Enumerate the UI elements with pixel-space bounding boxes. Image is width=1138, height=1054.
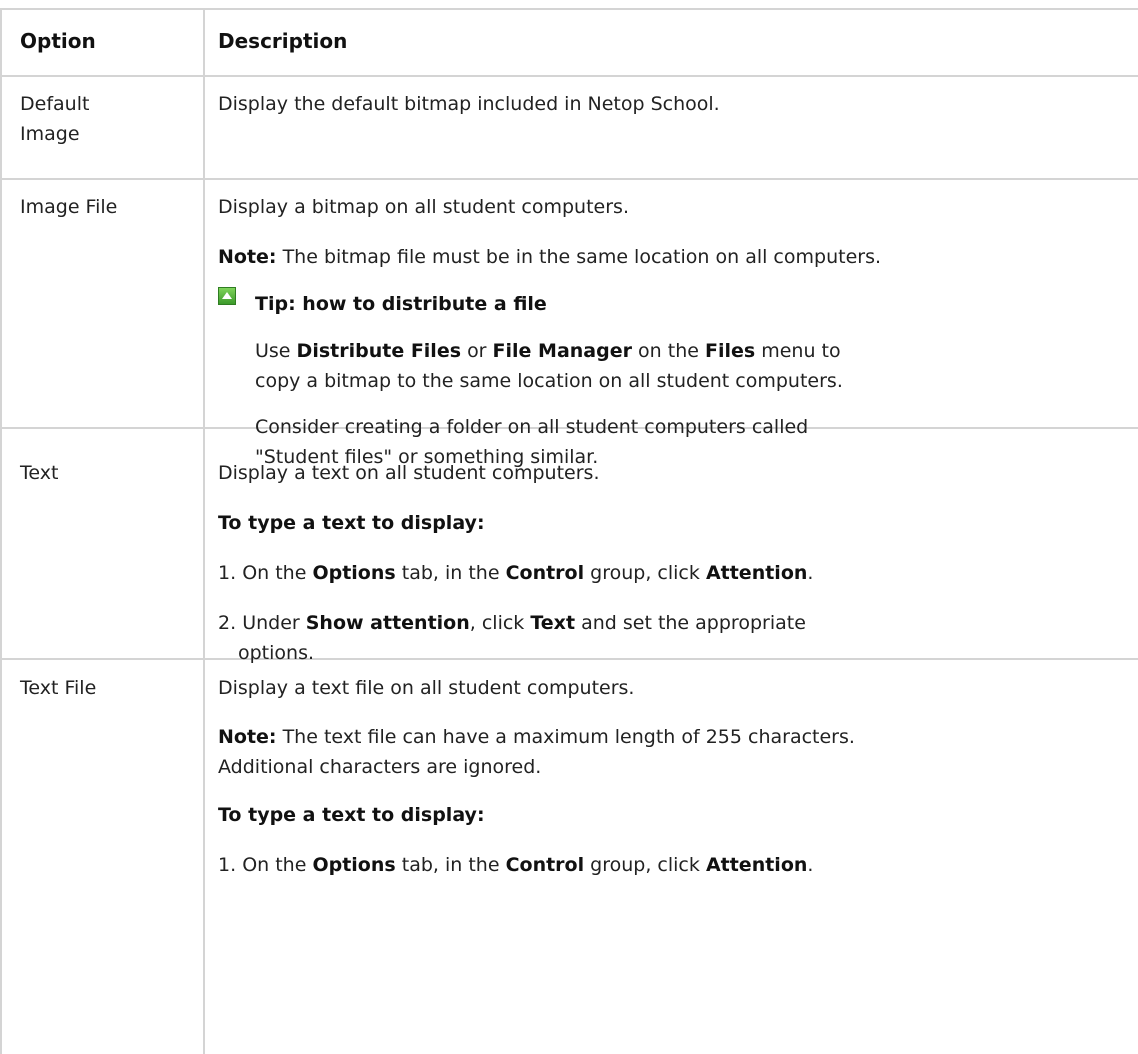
header-option: Option (20, 29, 96, 53)
step-text: On the (242, 854, 307, 876)
note-text: The bitmap file must be in the same loca… (282, 246, 882, 268)
procedure-heading: To type a text to display: (218, 512, 485, 534)
tip-paragraph-line: copy a bitmap to the same location on al… (255, 370, 843, 392)
ui-term-control: Control (505, 854, 585, 876)
tip-text: on the (638, 340, 699, 362)
step-text: group, click (590, 562, 700, 584)
row-divider (0, 658, 1138, 660)
ui-term-files: Files (704, 340, 756, 362)
note-paragraph: Note: The text file can have a maximum l… (218, 722, 855, 752)
ui-term-text: Text (530, 612, 576, 634)
ui-term-options: Options (312, 854, 396, 876)
step-text: . (807, 854, 814, 876)
step-text: tab, in the (401, 562, 500, 584)
column-divider (203, 8, 205, 1054)
procedure-step: 2. Under Show attention, click Text and … (218, 608, 806, 638)
step-text: , click (469, 612, 525, 634)
ui-term-distribute-files: Distribute Files (296, 340, 462, 362)
option-label: Default (20, 93, 90, 115)
ui-term-show-attention: Show attention (305, 612, 470, 634)
description-text: Display the default bitmap included in N… (218, 93, 720, 115)
option-label: Image (20, 123, 80, 145)
ui-term-control: Control (505, 562, 585, 584)
header-description: Description (218, 29, 348, 53)
note-paragraph: Note: The bitmap file must be in the sam… (218, 242, 881, 272)
step-text: Under (242, 612, 300, 634)
step-text: tab, in the (401, 854, 500, 876)
table-top-border (0, 8, 1138, 10)
tip-expand-icon[interactable] (218, 287, 236, 305)
description-text: Display a text file on all student compu… (218, 677, 635, 699)
note-text: The text file can have a maximum length … (282, 726, 855, 748)
option-label: Text File (20, 677, 97, 699)
procedure-step: 1. On the Options tab, in the Control gr… (218, 850, 813, 880)
tip-text: menu to (761, 340, 841, 362)
column-divider-left (0, 8, 2, 1054)
ui-term-attention: Attention (705, 562, 808, 584)
row-divider (0, 178, 1138, 180)
note-label: Note: (218, 726, 277, 748)
step-number: 2. (218, 612, 237, 634)
step-text: group, click (590, 854, 700, 876)
ui-term-file-manager: File Manager (492, 340, 632, 362)
tip-paragraph-line: Use Distribute Files or File Manager on … (255, 336, 841, 366)
step-number: 1. (218, 562, 237, 584)
description-text: Display a text on all student computers. (218, 462, 600, 484)
tip-text: or (467, 340, 487, 362)
description-text: Display a bitmap on all student computer… (218, 196, 629, 218)
ui-term-attention: Attention (705, 854, 808, 876)
tip-paragraph-line: Consider creating a folder on all studen… (255, 416, 809, 438)
procedure-step-line: options. (238, 642, 315, 664)
step-text: and set the appropriate (581, 612, 806, 634)
row-divider (0, 75, 1138, 77)
option-label: Image File (20, 196, 118, 218)
note-paragraph-line: Additional characters are ignored. (218, 756, 542, 778)
step-number: 1. (218, 854, 237, 876)
procedure-step: 1. On the Options tab, in the Control gr… (218, 558, 813, 588)
tip-title-link[interactable]: Tip: how to distribute a file (255, 289, 547, 319)
note-label: Note: (218, 246, 277, 268)
step-text: . (807, 562, 814, 584)
tip-text: Use (255, 340, 291, 362)
step-text: On the (242, 562, 307, 584)
ui-term-options: Options (312, 562, 396, 584)
procedure-heading: To type a text to display: (218, 804, 485, 826)
option-label: Text (20, 462, 59, 484)
